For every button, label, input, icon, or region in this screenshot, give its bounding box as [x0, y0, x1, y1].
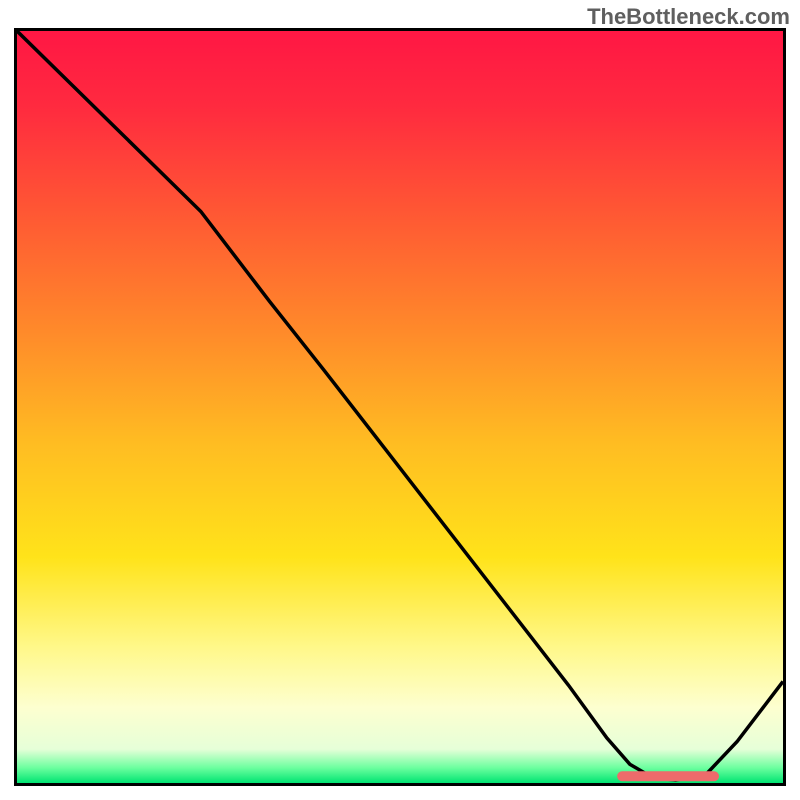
- chart-container: TheBottleneck.com: [0, 0, 800, 800]
- watermark-text: TheBottleneck.com: [587, 4, 790, 30]
- bottleneck-curve: [17, 31, 783, 780]
- curve-layer: [17, 31, 783, 783]
- plot-area: [14, 28, 786, 786]
